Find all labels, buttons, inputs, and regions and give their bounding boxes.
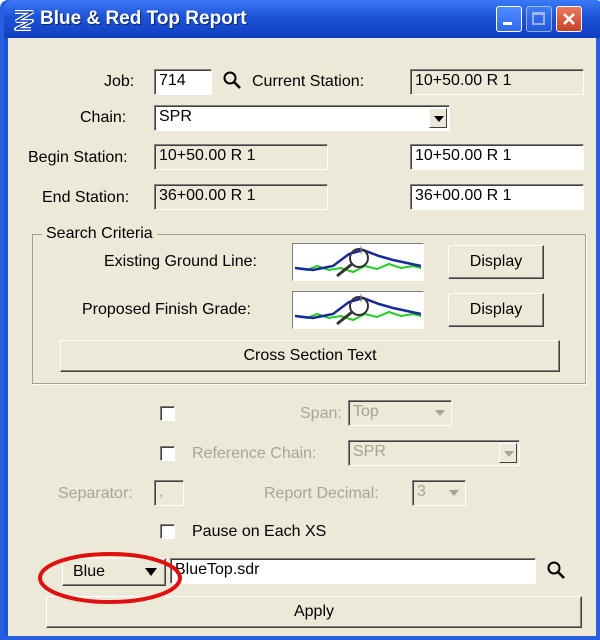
span-label: Span:	[300, 405, 342, 422]
minimize-icon	[503, 22, 512, 25]
ground-profile-icon	[294, 246, 422, 278]
begin-station-label: Begin Station:	[28, 149, 128, 166]
close-button[interactable]	[556, 6, 582, 32]
end-station-field: 36+00.00 R 1	[154, 184, 328, 210]
span-checkbox[interactable]	[160, 406, 175, 421]
dialog-body: Job: 714 Current Station: 10+50.00 R 1 C…	[8, 38, 596, 636]
separator-label: Separator:	[58, 485, 133, 502]
end-station-input[interactable]: 36+00.00 R 1	[410, 184, 584, 210]
existing-ground-label: Existing Ground Line:	[104, 253, 257, 270]
output-file-input[interactable]: BlueTop.sdr	[170, 558, 536, 584]
span-value: Top	[353, 403, 379, 420]
job-label: Job:	[104, 73, 135, 90]
chain-label: Chain:	[80, 109, 127, 126]
pause-label: Pause on Each XS	[192, 523, 327, 540]
report-decimal-value: 3	[417, 483, 426, 500]
dialog-window: Blue & Red Top Report Job: 714 Current S…	[0, 0, 600, 640]
reference-chain-dropdown[interactable]: SPR	[348, 440, 520, 466]
reference-chain-value: SPR	[353, 443, 386, 460]
chain-value: SPR	[159, 108, 192, 125]
window-title: Blue & Red Top Report	[40, 8, 247, 29]
chevron-down-icon[interactable]	[445, 483, 463, 503]
report-decimal-dropdown[interactable]: 3	[412, 480, 466, 506]
reference-chain-checkbox[interactable]	[160, 446, 175, 461]
reference-chain-label: Reference Chain:	[192, 445, 317, 462]
chain-dropdown[interactable]: SPR	[154, 105, 450, 131]
begin-station-field: 10+50.00 R 1	[154, 144, 328, 170]
report-decimal-label: Report Decimal:	[264, 485, 379, 502]
maximize-icon	[532, 12, 545, 25]
existing-ground-preview[interactable]	[292, 243, 424, 281]
current-station-field: 10+50.00 R 1	[410, 69, 584, 95]
proposed-finish-preview[interactable]	[292, 291, 424, 329]
cross-section-text-button[interactable]: Cross Section Text	[60, 340, 560, 372]
chevron-down-icon[interactable]	[431, 403, 449, 423]
search-criteria-title: Search Criteria	[42, 224, 157, 244]
close-icon	[563, 13, 575, 25]
minimize-button[interactable]	[496, 6, 522, 32]
title-bar[interactable]: Blue & Red Top Report	[4, 0, 600, 38]
display-proposed-button[interactable]: Display	[448, 293, 544, 327]
display-existing-button[interactable]: Display	[448, 245, 544, 279]
annotation-circle	[38, 552, 182, 604]
file-search-icon[interactable]	[546, 560, 568, 582]
proposed-finish-label: Proposed Finish Grade:	[82, 301, 251, 318]
pause-checkbox[interactable]	[160, 524, 175, 539]
current-station-label: Current Station:	[252, 73, 365, 90]
chevron-down-icon[interactable]	[499, 443, 517, 463]
app-logo-icon	[14, 10, 35, 31]
job-search-icon[interactable]	[222, 70, 244, 92]
span-dropdown[interactable]: Top	[348, 400, 452, 426]
job-input[interactable]: 714	[154, 69, 212, 95]
end-station-label: End Station:	[42, 189, 130, 206]
begin-station-input[interactable]: 10+50.00 R 1	[410, 144, 584, 170]
chevron-down-icon[interactable]	[429, 108, 447, 128]
maximize-button[interactable]	[526, 6, 552, 32]
grade-profile-icon	[294, 294, 422, 326]
separator-input[interactable]: ,	[154, 480, 184, 506]
